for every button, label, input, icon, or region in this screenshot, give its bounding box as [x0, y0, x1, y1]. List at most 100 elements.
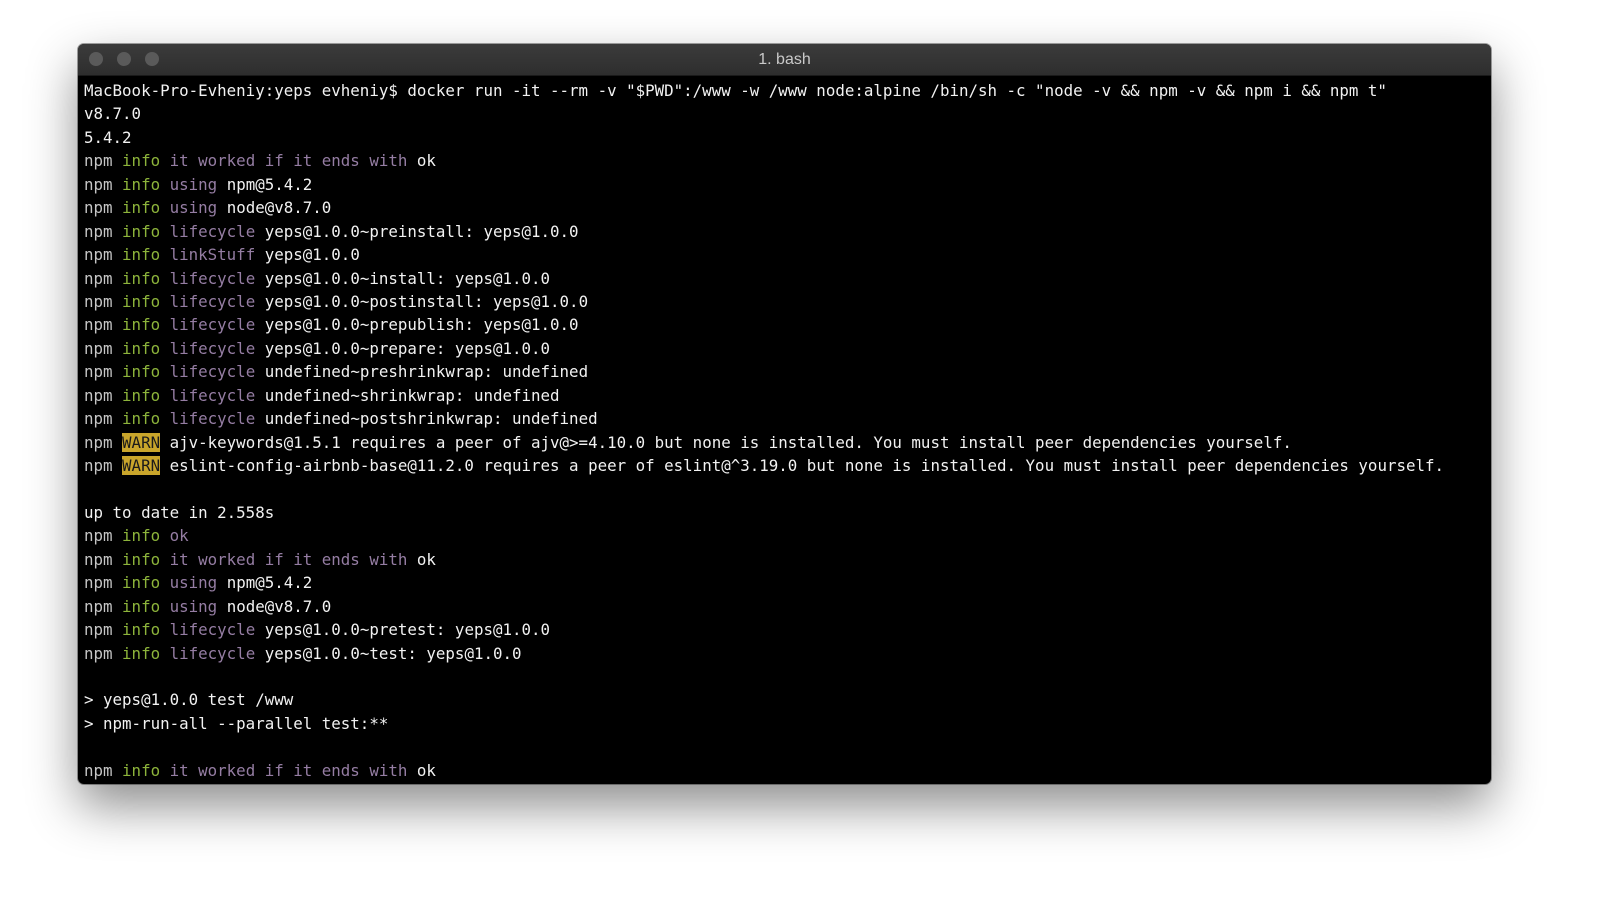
terminal-text: npm — [84, 620, 123, 640]
terminal-text: yeps@1.0.0 — [264, 245, 360, 265]
terminal-text: lifecycle — [169, 385, 265, 405]
terminal-text: info — [122, 573, 170, 593]
terminal-line: npm info it worked if it ends with ok — [84, 548, 1491, 571]
window-title: 1. bash — [758, 51, 811, 68]
terminal-text: npm — [84, 549, 123, 569]
terminal-text: node@v8.7.0 — [226, 596, 332, 616]
terminal-text: 5.4.2 — [84, 127, 132, 147]
terminal-text: it worked if it ends with — [169, 549, 417, 569]
terminal-line: > yeps@1.0.0 test /www — [84, 688, 1491, 711]
terminal-line: up to date in 2.558s — [84, 501, 1491, 524]
terminal-line: npm info using node@v8.7.0 — [84, 595, 1491, 618]
terminal-window: 1. bash MacBook-Pro-Evheniy:yeps evheniy… — [78, 44, 1491, 784]
terminal-text: yeps@1.0.0~test: yeps@1.0.0 — [264, 643, 522, 663]
terminal-line: npm info ok — [84, 524, 1491, 547]
terminal-text: lifecycle — [169, 268, 265, 288]
terminal-text: npm — [84, 760, 123, 780]
terminal-line: npm info lifecycle undefined~preshrinkwr… — [84, 360, 1491, 383]
terminal-text: undefined~postshrinkwrap: undefined — [264, 409, 598, 429]
terminal-line: npm info lifecycle yeps@1.0.0~preinstall… — [84, 220, 1491, 243]
terminal-text: MacBook-Pro-Evheniy:yeps evheniy$ docker… — [84, 81, 1387, 100]
terminal-text: undefined~preshrinkwrap: undefined — [264, 362, 589, 382]
terminal-text: info — [122, 291, 170, 311]
terminal-line: v8.7.0 — [84, 102, 1491, 125]
terminal-text: npm — [84, 245, 123, 265]
terminal-text: yeps@1.0.0~preinstall: yeps@1.0.0 — [264, 221, 579, 241]
terminal-text: npm — [84, 338, 123, 358]
terminal-text: > yeps@1.0.0 test /www — [84, 690, 294, 710]
terminal-line: npm info using node@v8.7.0 — [84, 196, 1491, 219]
terminal-text: info — [122, 760, 170, 780]
terminal-text: eslint-config-airbnb-base@11.2.0 require… — [160, 456, 1445, 475]
terminal-text: info — [122, 315, 170, 335]
terminal-text: ok — [416, 760, 436, 780]
terminal-text: npm@5.4.2 — [226, 573, 313, 593]
terminal-text: info — [122, 526, 170, 546]
terminal-text: npm — [84, 432, 123, 452]
terminal-text: info — [122, 385, 170, 405]
terminal-text: lifecycle — [169, 643, 265, 663]
terminal-text: info — [122, 221, 170, 241]
terminal-text: npm — [84, 315, 123, 335]
terminal-text: npm — [84, 643, 123, 663]
terminal-text: yeps@1.0.0~prepublish: yeps@1.0.0 — [264, 315, 579, 335]
terminal-text: npm — [84, 385, 123, 405]
terminal-line: npm info it worked if it ends with ok — [84, 149, 1491, 172]
terminal-text: npm — [84, 456, 123, 475]
terminal-text: lifecycle — [169, 291, 265, 311]
terminal-line: npm WARN eslint-config-airbnb-base@11.2.… — [84, 454, 1491, 477]
terminal-text: info — [122, 198, 170, 218]
terminal-text: info — [122, 643, 170, 663]
terminal-text: info — [122, 549, 170, 569]
terminal-text: yeps@1.0.0~prepare: yeps@1.0.0 — [264, 338, 551, 358]
terminal-text: using — [169, 573, 227, 593]
terminal-text: node@v8.7.0 — [226, 198, 332, 218]
terminal-text: ok — [416, 151, 436, 171]
terminal-text: using — [169, 174, 227, 194]
terminal-text: v8.7.0 — [84, 104, 142, 124]
terminal-text: using — [169, 596, 227, 616]
terminal-text: ajv-keywords@1.5.1 requires a peer of aj… — [160, 432, 1292, 452]
terminal-line: npm info using npm@5.4.2 — [84, 173, 1491, 196]
terminal-text: using — [169, 198, 227, 218]
terminal-text: npm — [84, 221, 123, 241]
terminal-line: npm info lifecycle yeps@1.0.0~test: yeps… — [84, 642, 1491, 665]
terminal-line: MacBook-Pro-Evheniy:yeps evheniy$ docker… — [84, 79, 1491, 102]
terminal-text: npm — [84, 291, 123, 311]
terminal-line: > npm-run-all --parallel test:** — [84, 712, 1491, 735]
terminal-text: it worked if it ends with — [169, 760, 417, 780]
terminal-text: info — [122, 174, 170, 194]
terminal-text: linkStuff — [169, 245, 265, 265]
terminal-text: npm — [84, 198, 123, 218]
title-bar[interactable]: 1. bash — [78, 44, 1491, 76]
terminal-text: info — [122, 596, 170, 616]
terminal-text: lifecycle — [169, 338, 265, 358]
terminal-text: npm — [84, 596, 123, 616]
terminal-text: info — [122, 268, 170, 288]
terminal-text: npm — [84, 151, 123, 171]
terminal-line: npm info lifecycle yeps@1.0.0~pretest: y… — [84, 618, 1491, 641]
warn-badge: WARN — [122, 432, 161, 452]
terminal-text: info — [122, 338, 170, 358]
terminal-text: info — [122, 151, 170, 171]
terminal-text: lifecycle — [169, 620, 265, 640]
terminal-line: npm info lifecycle yeps@1.0.0~postinstal… — [84, 290, 1491, 313]
terminal-text: npm — [84, 362, 123, 382]
terminal-text: yeps@1.0.0~install: yeps@1.0.0 — [264, 268, 551, 288]
terminal-line: npm info lifecycle yeps@1.0.0~prepare: y… — [84, 337, 1491, 360]
terminal-text: it worked if it ends with — [169, 151, 417, 171]
terminal-text: yeps@1.0.0~pretest: yeps@1.0.0 — [264, 620, 551, 640]
terminal-text: > npm-run-all --parallel test:** — [84, 713, 389, 733]
terminal-line: npm info lifecycle undefined~postshrinkw… — [84, 407, 1491, 430]
terminal-text: lifecycle — [169, 315, 265, 335]
terminal-line: npm WARN ajv-keywords@1.5.1 requires a p… — [84, 431, 1491, 454]
terminal-text: npm — [84, 409, 123, 429]
terminal-line: 5.4.2 — [84, 126, 1491, 149]
terminal-text: info — [122, 362, 170, 382]
terminal-output[interactable]: MacBook-Pro-Evheniy:yeps evheniy$ docker… — [78, 76, 1491, 782]
terminal-text: ok — [416, 549, 436, 569]
terminal-text: info — [122, 409, 170, 429]
